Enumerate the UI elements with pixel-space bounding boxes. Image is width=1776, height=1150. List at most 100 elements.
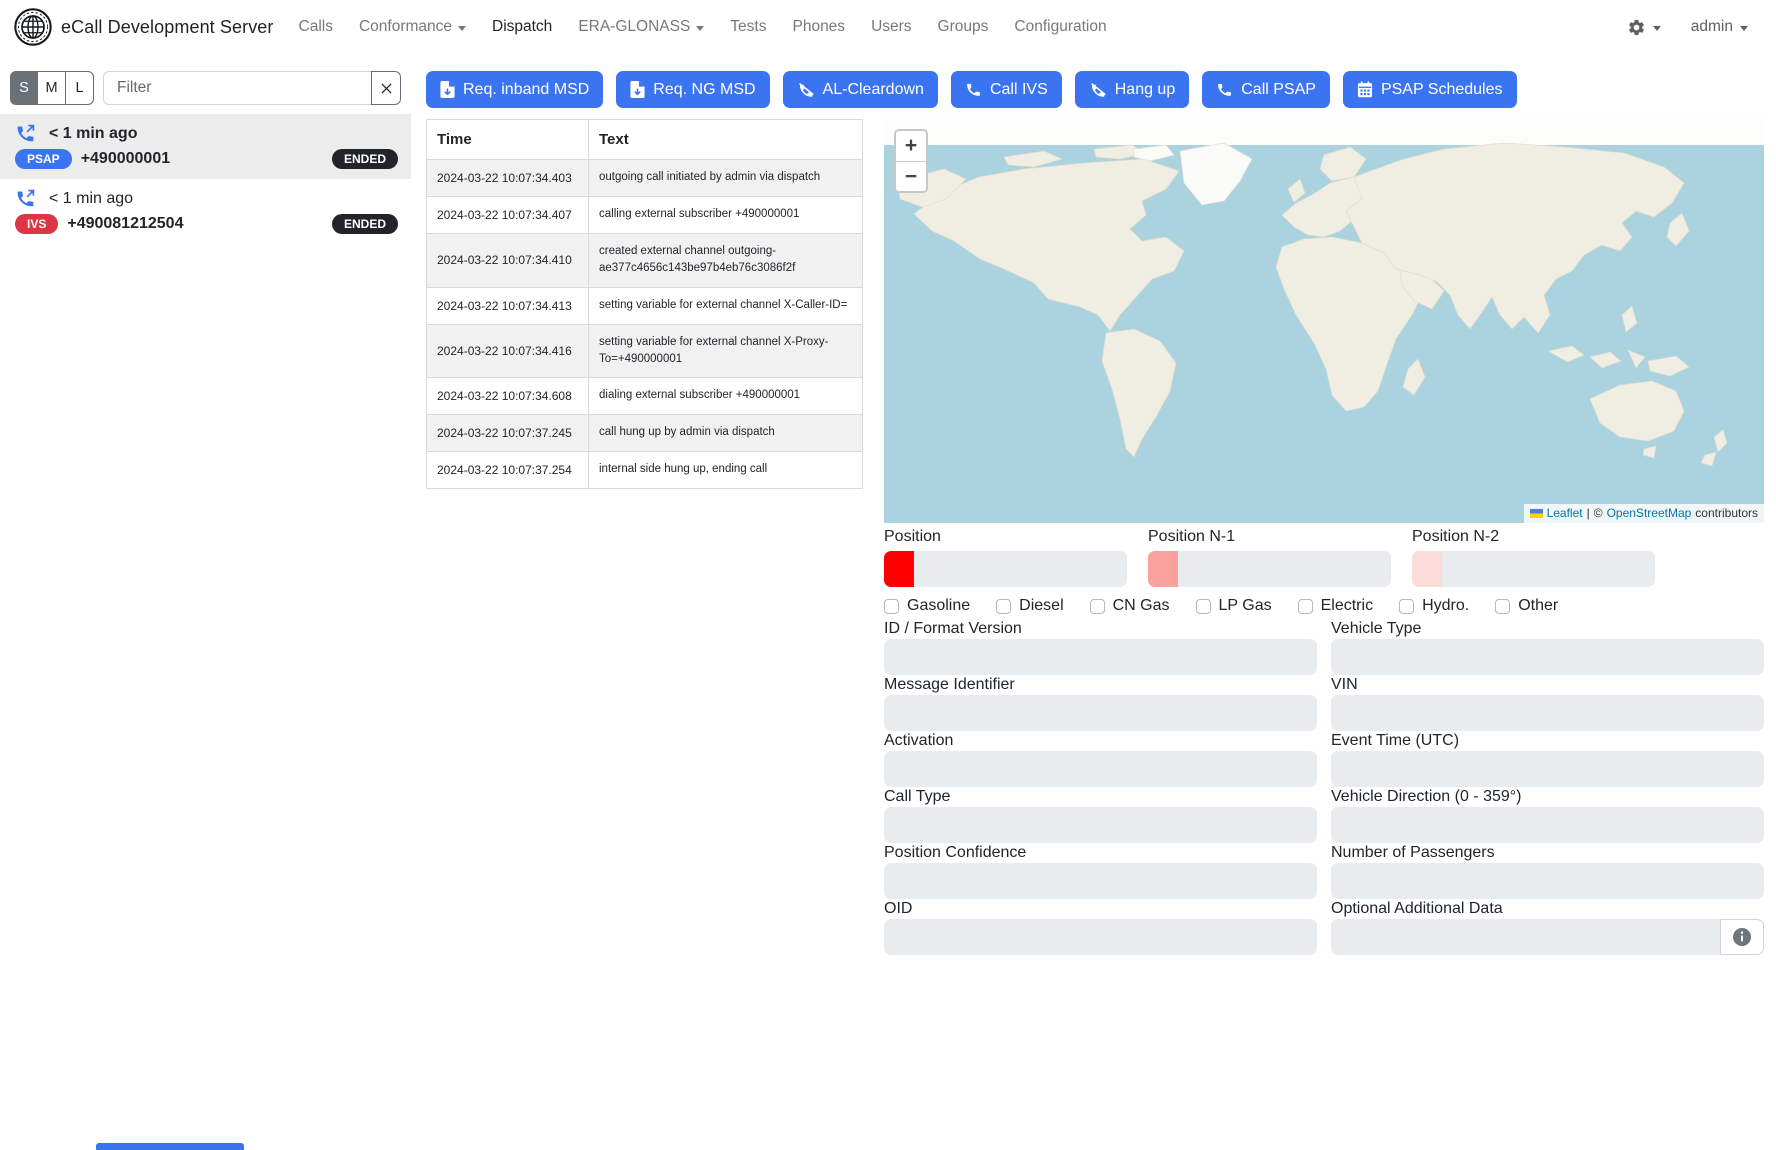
position-confidence-input	[884, 863, 1317, 899]
leaflet-link[interactable]: Leaflet	[1547, 506, 1583, 520]
position-group: Position N-2	[1412, 528, 1655, 587]
position-group: Position N-1	[1148, 528, 1391, 587]
zoom-out-button[interactable]: −	[896, 161, 926, 191]
field-event-time: Event Time (UTC)	[1331, 731, 1764, 787]
chevron-down-icon	[1653, 26, 1661, 31]
checkbox-input[interactable]	[1495, 599, 1510, 614]
call-number: +490081212504	[67, 215, 183, 233]
call-number: +490000001	[81, 150, 170, 168]
world-map[interactable]: + − Leaflet | © OpenStreetMap contributo…	[884, 119, 1764, 523]
call-list: < 1 min ago PSAP +490000001 ENDED < 1 mi…	[0, 114, 411, 244]
map-zoom-control: + −	[894, 129, 928, 193]
field-oid: OID	[884, 899, 1317, 955]
checkbox-lp-gas[interactable]: LP Gas	[1196, 597, 1272, 615]
phone-icon	[965, 81, 982, 98]
nav-item-configuration[interactable]: Configuration	[1001, 9, 1119, 45]
checkbox-input[interactable]	[1090, 599, 1105, 614]
nav-item-tests[interactable]: Tests	[717, 9, 779, 45]
phone-slash-icon	[1089, 81, 1107, 99]
gear-icon	[1627, 18, 1646, 37]
fuel-type-checkboxes: Gasoline Diesel CN Gas LP Gas Electric H…	[884, 597, 1558, 615]
number-of-passengers-input	[1331, 863, 1764, 899]
status-badge: ENDED	[332, 214, 398, 234]
clear-filter-button[interactable]	[371, 71, 401, 105]
nav-item-calls[interactable]: Calls	[286, 9, 346, 45]
nav-item-users[interactable]: Users	[858, 9, 924, 45]
nav-item-dispatch[interactable]: Dispatch	[479, 9, 565, 45]
call-list-item[interactable]: < 1 min ago IVS +490081212504 ENDED	[0, 179, 411, 244]
psap-schedules-button[interactable]: PSAP Schedules	[1343, 71, 1517, 108]
filter-input[interactable]	[103, 71, 371, 105]
al-cleardown-button[interactable]: AL-Cleardown	[783, 71, 938, 108]
call-log-table: Time Text 2024-03-22 10:07:34.403outgoin…	[426, 119, 863, 489]
settings-menu[interactable]	[1627, 18, 1661, 37]
checkbox-diesel[interactable]: Diesel	[996, 597, 1063, 615]
chevron-down-icon	[1740, 26, 1748, 31]
size-button-group: S M L	[10, 71, 94, 105]
column-header-time: Time	[427, 120, 589, 160]
map-attribution: Leaflet | © OpenStreetMap contributors	[1524, 504, 1764, 523]
main-nav: Calls Conformance Dispatch ERA-GLONASS T…	[286, 9, 1120, 45]
call-list-item[interactable]: < 1 min ago PSAP +490000001 ENDED	[0, 114, 411, 179]
call-psap-button[interactable]: Call PSAP	[1202, 71, 1330, 108]
additional-data-info-button[interactable]	[1720, 919, 1764, 955]
position-color-swatch	[1412, 551, 1442, 587]
table-row: 2024-03-22 10:07:34.403outgoing call ini…	[427, 160, 863, 197]
activation-input	[884, 751, 1317, 787]
checkbox-input[interactable]	[884, 599, 899, 614]
msd-form: ID / Format Version Vehicle Type Message…	[884, 619, 1764, 955]
field-activation: Activation	[884, 731, 1317, 787]
checkbox-gasoline[interactable]: Gasoline	[884, 597, 970, 615]
size-button-l[interactable]: L	[66, 71, 94, 105]
nav-item-phones[interactable]: Phones	[779, 9, 858, 45]
req-ng-msd-button[interactable]: Req. NG MSD	[616, 71, 769, 108]
file-download-icon	[440, 81, 455, 98]
table-row: 2024-03-22 10:07:37.245call hung up by a…	[427, 415, 863, 452]
zoom-in-button[interactable]: +	[896, 131, 926, 161]
position-history: Position Position N-1 Position N-2	[884, 528, 1655, 587]
field-call-type: Call Type	[884, 787, 1317, 843]
hang-up-button[interactable]: Hang up	[1075, 71, 1190, 108]
message-identifier-input	[884, 695, 1317, 731]
req-inband-msd-button[interactable]: Req. inband MSD	[426, 71, 603, 108]
checkbox-input[interactable]	[1196, 599, 1211, 614]
nav-item-groups[interactable]: Groups	[925, 9, 1002, 45]
field-vin: VIN	[1331, 675, 1764, 731]
position-label: Position N-1	[1148, 528, 1391, 546]
table-row: 2024-03-22 10:07:34.410created external …	[427, 234, 863, 288]
size-button-m[interactable]: M	[38, 71, 66, 105]
checkbox-other[interactable]: Other	[1495, 597, 1558, 615]
checkbox-input[interactable]	[1298, 599, 1313, 614]
nav-item-conformance[interactable]: Conformance	[346, 9, 479, 45]
field-message-identifier: Message Identifier	[884, 675, 1317, 731]
checkbox-input[interactable]	[1399, 599, 1414, 614]
call-ivs-button[interactable]: Call IVS	[951, 71, 1062, 108]
event-time-input	[1331, 751, 1764, 787]
checkbox-electric[interactable]: Electric	[1298, 597, 1373, 615]
table-row: 2024-03-22 10:07:37.254internal side hun…	[427, 452, 863, 489]
field-id-format-version: ID / Format Version	[884, 619, 1317, 675]
user-menu[interactable]: admin	[1691, 18, 1748, 36]
checkbox-cn-gas[interactable]: CN Gas	[1090, 597, 1170, 615]
vehicle-direction-input	[1331, 807, 1764, 843]
checkbox-hydro[interactable]: Hydro.	[1399, 597, 1469, 615]
position-color-swatch	[1148, 551, 1178, 587]
field-vehicle-type: Vehicle Type	[1331, 619, 1764, 675]
vehicle-type-input	[1331, 639, 1764, 675]
brand[interactable]: eCall Development Server	[14, 8, 274, 46]
size-button-s[interactable]: S	[10, 71, 38, 105]
table-row: 2024-03-22 10:07:34.416setting variable …	[427, 324, 863, 378]
nav-item-era-glonass[interactable]: ERA-GLONASS	[565, 9, 717, 45]
navbar-right: admin	[1627, 18, 1762, 37]
table-row: 2024-03-22 10:07:34.413setting variable …	[427, 287, 863, 324]
user-menu-label: admin	[1691, 18, 1733, 36]
field-optional-additional-data: Optional Additional Data	[1331, 899, 1764, 955]
call-sidebar: S M L < 1 min ago PSAP +490000001	[0, 71, 411, 244]
osm-link[interactable]: OpenStreetMap	[1607, 506, 1692, 520]
checkbox-input[interactable]	[996, 599, 1011, 614]
position-color-swatch	[884, 551, 914, 587]
bottom-blue-strip	[96, 1143, 244, 1150]
ukraine-flag-icon	[1530, 509, 1543, 518]
calendar-icon	[1357, 81, 1373, 98]
outgoing-call-icon	[15, 123, 36, 144]
